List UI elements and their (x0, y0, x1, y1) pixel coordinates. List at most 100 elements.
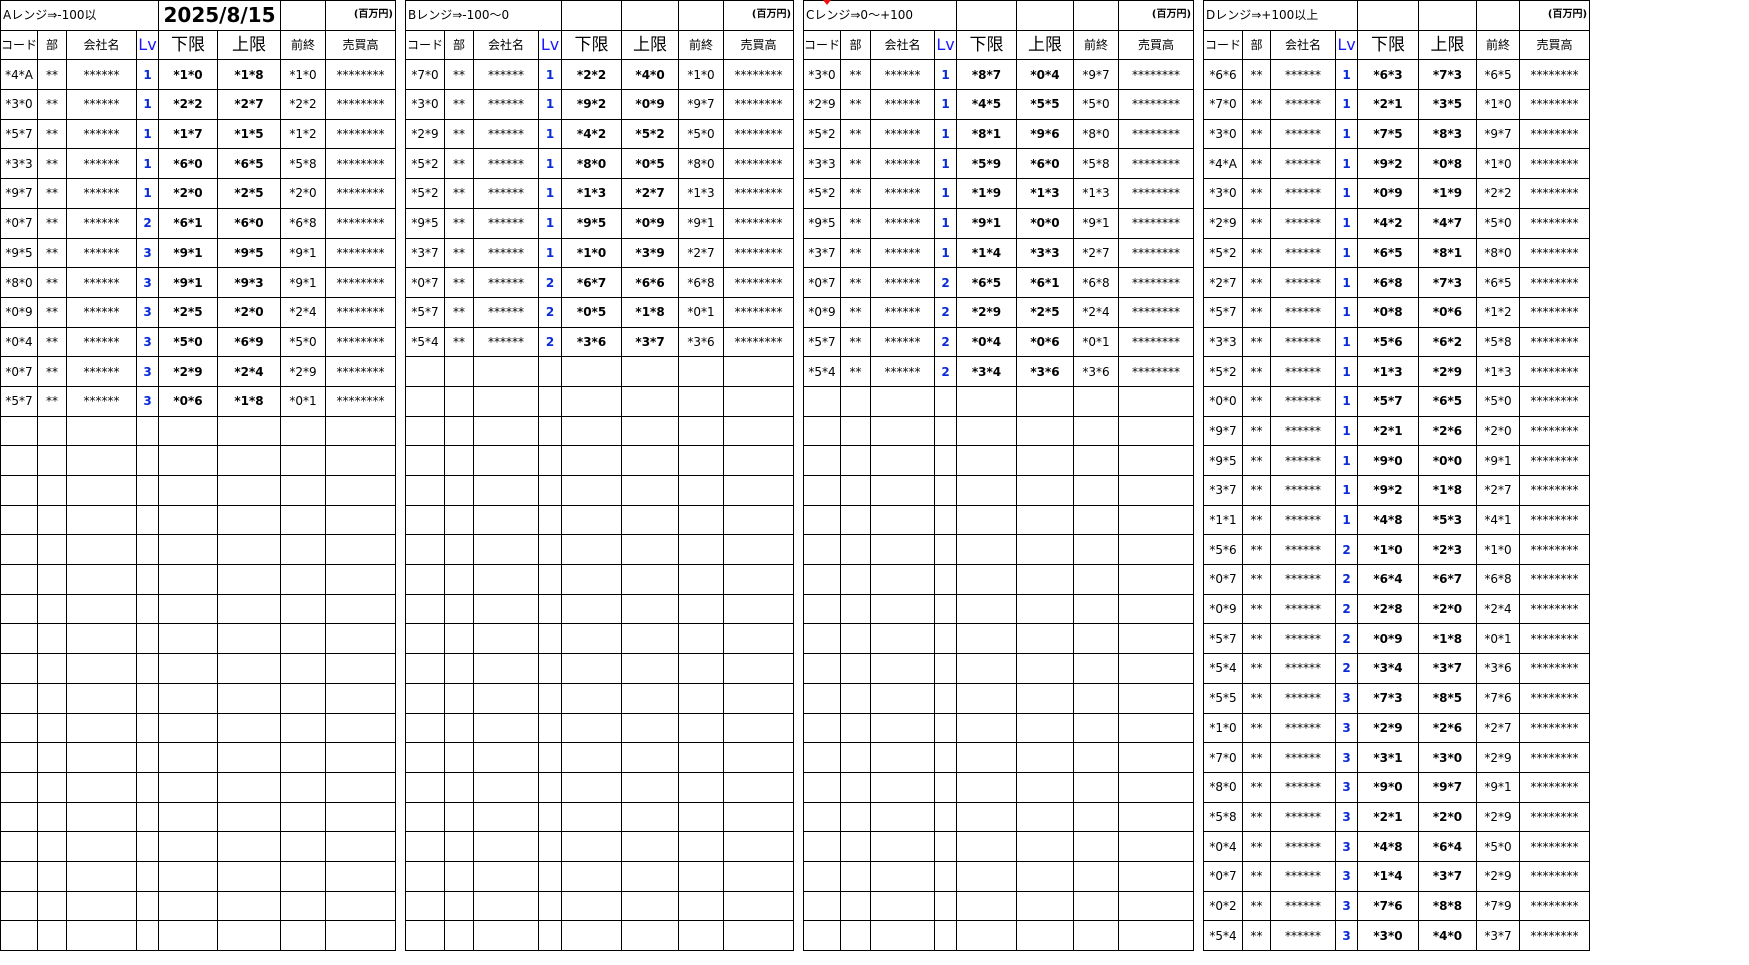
cell-name[interactable] (66, 890, 137, 922)
cell-sales[interactable]: ******** (1519, 475, 1591, 506)
cell-upper[interactable]: *1*8 (1418, 623, 1478, 655)
cell-upper[interactable]: *3*9 (621, 237, 680, 269)
cell-lv[interactable]: 1 (1334, 445, 1359, 476)
cell-bu[interactable] (840, 831, 871, 862)
cell-bu[interactable]: ** (444, 178, 474, 209)
cell-bu[interactable]: ** (37, 207, 67, 239)
unit-note[interactable]: (百万円) (1519, 0, 1591, 31)
header-lower[interactable]: 下限 (158, 29, 218, 61)
cell-upper[interactable] (621, 385, 680, 417)
cell-bu[interactable]: ** (444, 89, 474, 120)
cell-lower[interactable] (561, 534, 623, 566)
cell-bu[interactable] (37, 682, 67, 714)
cell-code[interactable] (803, 920, 841, 951)
cell-prev[interactable] (1073, 593, 1120, 625)
cell-lower[interactable] (158, 415, 218, 447)
cell-lv[interactable]: 3 (1334, 890, 1359, 922)
cell-sales[interactable]: ******** (1519, 326, 1591, 358)
cell-lv[interactable]: 1 (1334, 356, 1359, 387)
cell-code[interactable] (0, 415, 38, 447)
cell-sales[interactable] (723, 504, 795, 536)
cell-lower[interactable] (956, 860, 1018, 892)
cell-lower[interactable] (158, 593, 218, 625)
cell-lv[interactable]: 2 (537, 267, 563, 298)
cell-name[interactable]: ****** (1270, 831, 1336, 862)
cell-code[interactable] (803, 564, 841, 595)
cell-name[interactable]: ****** (66, 89, 137, 120)
cell-lv[interactable] (933, 712, 958, 744)
cell-bu[interactable]: ** (1242, 385, 1271, 417)
cell-lower[interactable]: *1*4 (1357, 860, 1420, 892)
cell-upper[interactable]: *7*3 (1418, 59, 1478, 91)
cell-code[interactable] (803, 771, 841, 803)
cell-lower[interactable]: *3*6 (561, 326, 623, 358)
cell-code[interactable]: *5*2 (1203, 237, 1243, 269)
cell-sales[interactable] (1118, 385, 1195, 417)
cell-bu[interactable]: ** (1242, 564, 1271, 595)
cell-lv[interactable]: 1 (1334, 504, 1359, 536)
cell-prev[interactable]: *2*0 (280, 178, 326, 209)
cell-bu[interactable] (37, 415, 67, 447)
cell-bu[interactable] (37, 920, 67, 951)
cell-name[interactable] (66, 860, 137, 892)
cell-name[interactable]: ****** (473, 178, 539, 209)
cell-lv[interactable] (136, 415, 159, 447)
empty-cell[interactable] (956, 0, 1018, 31)
header-turnover[interactable]: 売買高 (1519, 29, 1591, 61)
cell-sales[interactable]: ******** (1519, 653, 1591, 684)
cell-lower[interactable] (956, 593, 1018, 625)
cell-bu[interactable]: ** (444, 207, 474, 239)
cell-sales[interactable] (723, 682, 795, 714)
cell-upper[interactable] (621, 801, 680, 833)
cell-code[interactable] (0, 534, 38, 566)
cell-sales[interactable] (1118, 890, 1195, 922)
cell-upper[interactable]: *3*7 (1418, 653, 1478, 684)
cell-sales[interactable] (325, 920, 396, 951)
cell-bu[interactable] (37, 831, 67, 862)
cell-bu[interactable] (840, 564, 871, 595)
cell-upper[interactable] (1016, 445, 1075, 476)
cell-bu[interactable]: ** (1242, 534, 1271, 566)
cell-upper[interactable]: *5*5 (1016, 89, 1075, 120)
cell-bu[interactable] (840, 920, 871, 951)
cell-code[interactable]: *3*0 (803, 59, 841, 91)
cell-sales[interactable]: ******** (1519, 504, 1591, 536)
cell-upper[interactable]: *3*0 (1418, 742, 1478, 773)
cell-lower[interactable] (158, 534, 218, 566)
cell-code[interactable]: *9*5 (0, 237, 38, 269)
cell-prev[interactable]: *6*8 (1476, 564, 1521, 595)
cell-bu[interactable] (444, 860, 474, 892)
cell-lv[interactable] (537, 860, 563, 892)
cell-lower[interactable]: *3*0 (1357, 920, 1420, 951)
cell-prev[interactable]: *2*9 (280, 356, 326, 387)
cell-prev[interactable]: *3*7 (1476, 920, 1521, 951)
header-prev-close[interactable]: 前終 (280, 29, 326, 61)
cell-upper[interactable] (1016, 890, 1075, 922)
cell-sales[interactable]: ******** (1519, 445, 1591, 476)
cell-name[interactable]: ****** (1270, 59, 1336, 91)
cell-prev[interactable]: *0*1 (1073, 326, 1120, 358)
cell-prev[interactable] (678, 475, 725, 506)
cell-lv[interactable]: 1 (933, 237, 958, 269)
cell-code[interactable]: *5*7 (803, 326, 841, 358)
cell-sales[interactable]: ******** (1519, 207, 1591, 239)
cell-sales[interactable] (1118, 831, 1195, 862)
cell-name[interactable] (870, 771, 935, 803)
cell-lv[interactable] (136, 623, 159, 655)
cell-upper[interactable] (621, 831, 680, 862)
cell-lv[interactable] (933, 682, 958, 714)
cell-sales[interactable] (723, 742, 795, 773)
cell-bu[interactable]: ** (840, 178, 871, 209)
cell-code[interactable] (803, 534, 841, 566)
cell-code[interactable] (0, 860, 38, 892)
cell-upper[interactable] (1016, 742, 1075, 773)
cell-name[interactable] (870, 653, 935, 684)
cell-name[interactable]: ****** (1270, 801, 1336, 833)
cell-lower[interactable] (158, 504, 218, 536)
cell-prev[interactable]: *9*7 (1073, 59, 1120, 91)
cell-code[interactable] (405, 623, 445, 655)
cell-lower[interactable]: *6*5 (1357, 237, 1420, 269)
cell-code[interactable] (803, 712, 841, 744)
cell-prev[interactable] (678, 385, 725, 417)
cell-lv[interactable] (933, 385, 958, 417)
